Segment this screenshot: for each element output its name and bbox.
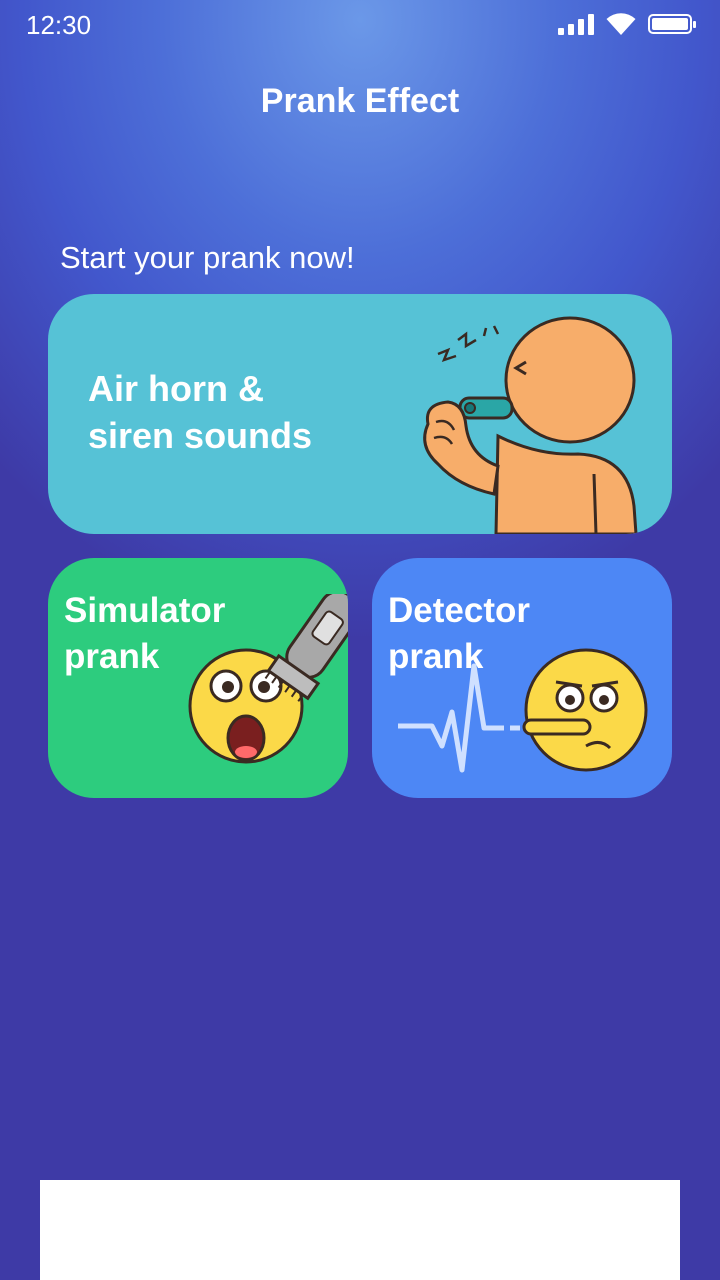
status-icons: [558, 12, 696, 36]
air-horn-siren-card[interactable]: Air horn & siren sounds: [48, 294, 672, 534]
cellular-signal-icon: [558, 13, 594, 35]
status-bar: 12:30: [0, 0, 720, 52]
status-time: 12:30: [26, 10, 92, 40]
wifi-icon: [606, 13, 636, 35]
air-horn-card-label: Air horn & siren sounds: [88, 368, 313, 456]
prank-subtitle: Start your prank now!: [60, 240, 355, 275]
ad-banner[interactable]: [40, 1180, 680, 1280]
page-title: Prank Effect: [260, 82, 460, 120]
heartbeat-lying-emoji-icon: [398, 648, 648, 773]
battery-icon: [648, 14, 696, 34]
whistle-character-icon: [423, 316, 638, 534]
detector-prank-card[interactable]: Detector prank: [372, 558, 672, 798]
hair-clipper-shocked-emoji-icon: [188, 594, 348, 764]
simulator-prank-card[interactable]: Simulator prank: [48, 558, 348, 798]
